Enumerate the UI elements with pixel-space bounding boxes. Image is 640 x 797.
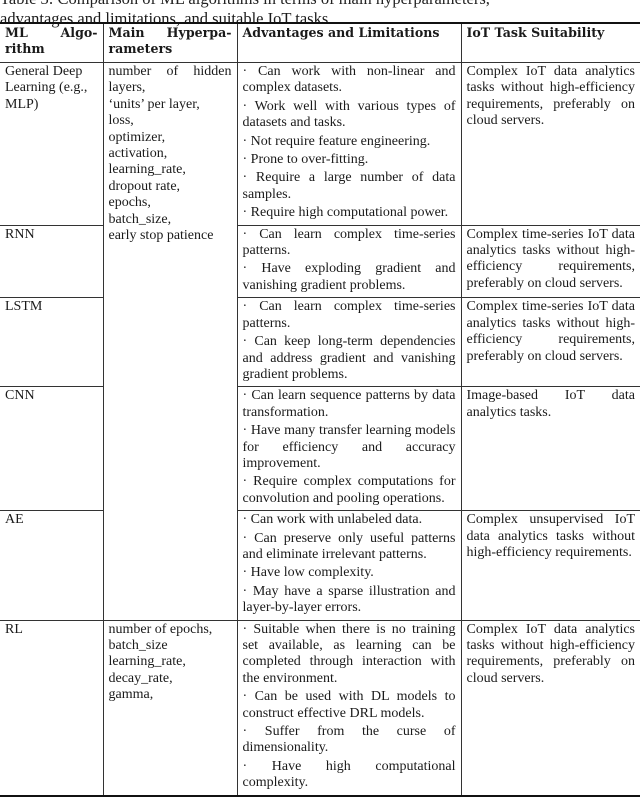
table-row: LSTM Can learn complex time-series patter… [0,297,640,387]
advantage-limitation-item: Require a large number of data samples. [243,170,456,203]
advantage-limitation-item: Can keep long-term dependencies and addr… [243,334,456,383]
cell-advantages-limitations: Can work with unlabeled data. Can preserv… [236,510,462,621]
advantage-limitation-item: Have low complexity. [243,565,456,581]
cell-iot-suitability: Complex unsupervised IoT data analytics … [460,510,640,621]
cell-algorithm: RNN [0,225,104,298]
table-row: CNN Can learn sequence patterns by data t… [0,386,640,511]
hyperparameter-item: decay_rate, [108,670,173,686]
advantage-limitation-item: Can learn sequence patterns by data tran… [243,388,456,421]
hyperparameter-item: ‘units’ per layer, [108,96,200,112]
table-row: RNN Can learn complex time-series pattern… [0,225,640,298]
advantage-limitation-item: Work well with various types of datasets… [243,99,456,132]
cell-iot-suitability: Complex IoT data analytics tasks without… [460,620,640,796]
cell-advantages-limitations: Can learn sequence patterns by data tran… [236,386,462,511]
hyperparameter-item: early stop patience [108,228,214,244]
advantage-limitation-item: Prone to over-fitting. [243,152,456,168]
cell-iot-suitability: Complex time-series IoT data analytics t… [460,297,640,387]
hyperparameter-item: learning_rate, [108,654,186,670]
table-row: General Deep Learning (e.g., MLP) number … [0,62,640,621]
advantage-limitation-item: Require complex computations for convolu… [243,474,456,507]
advantage-limitation-item: Suitable when there is no training set a… [243,622,456,688]
hyperparameter-item: batch_size, [108,211,172,227]
cell-advantages-limitations: Can learn complex time-series patterns.H… [236,225,462,298]
ml-comparison-table: ML Algo- rithm Main Hyperpa- rameters Ad… [0,22,640,797]
cell-algorithm: General Deep Learning (e.g., MLP) [0,62,104,226]
cell-advantages-limitations: Suitable when there is no training set a… [236,620,462,796]
advantage-limitation-item: May have a sparse illustration and layer… [243,584,456,617]
cell-iot-suitability: Complex time-series IoT data analytics t… [460,225,640,298]
hyperparameter-item: gamma, [108,687,154,703]
advantage-limitation-item: Can preserve only useful patterns and el… [243,531,456,564]
hyperparameter-item: loss, [108,113,134,129]
hyperparameter-item: batch_size [108,638,168,653]
hyperparameter-item: optimizer, [108,129,166,145]
advantage-limitation-item: Can work with non-linear and complex dat… [243,64,456,97]
cell-iot-suitability: Complex IoT data analytics tasks without… [460,62,640,226]
advantage-limitation-item: Can learn complex time-series patterns. [243,299,456,332]
advantage-limitation-item: Have many transfer learning models for e… [243,423,456,472]
cell-advantages-limitations: Can work with non-linear and complex dat… [236,62,462,226]
cell-iot-suitability: Image-based IoT data analytics tasks. [460,386,640,511]
advantage-limitation-item: Suffer from the curse of dimensionality. [243,724,456,757]
table-row: AE Can work with unlabeled data. Can prese… [0,510,640,621]
cell-algorithm: RL [0,620,104,796]
cell-hyperparameters-shared: number of hidden layers, ‘units’ per laye… [102,62,238,621]
cell-algorithm: CNN [0,386,104,511]
cell-algorithm: LSTM [0,297,104,387]
hyperparameter-item: dropout rate, [108,178,181,194]
advantage-limitation-item: Have high computational complexity. [243,759,456,792]
cell-algorithm: AE [0,510,104,621]
advantage-limitation-item: Can learn complex time-series patterns. [243,227,456,260]
advantage-limitation-item: Not require feature engineering. [243,134,456,150]
cell-hyperparameters: number of epochs, batch_size learning_rate… [102,620,238,796]
header-row: ML Algo- rithm Main Hyperpa- rameters Ad… [0,23,640,63]
hyperparameter-item: learning_rate, [108,162,186,178]
hyperparameter-item: activation, [108,146,168,162]
header-hyperparameters: Main Hyperpa- rameters [102,23,238,63]
advantage-limitation-item: Have exploding gradient and vanishing gr… [243,261,456,294]
hyperparameter-item: epochs, [108,195,151,211]
header-advantages: Advantages and Limitations [236,23,462,63]
advantage-limitation-item: Can be used with DL models to construct … [243,689,456,722]
table-row: RL number of epochs, batch_size learning_ra… [0,620,640,796]
hyperparameter-item: number of epochs, [108,621,213,637]
caption-line-1: Table 3: Comparison of ML algorithms in … [0,0,640,9]
hyperparameter-item: number of hidden layers, [108,64,232,96]
header-algorithm: ML Algo- rithm [0,23,104,63]
header-suitability: IoT Task Suitability [460,23,640,63]
advantage-limitation-item: Require high computational power. [243,205,456,221]
cell-advantages-limitations: Can learn complex time-series patterns.C… [236,297,462,387]
advantage-limitation-item: Can work with unlabeled data. [243,512,456,528]
